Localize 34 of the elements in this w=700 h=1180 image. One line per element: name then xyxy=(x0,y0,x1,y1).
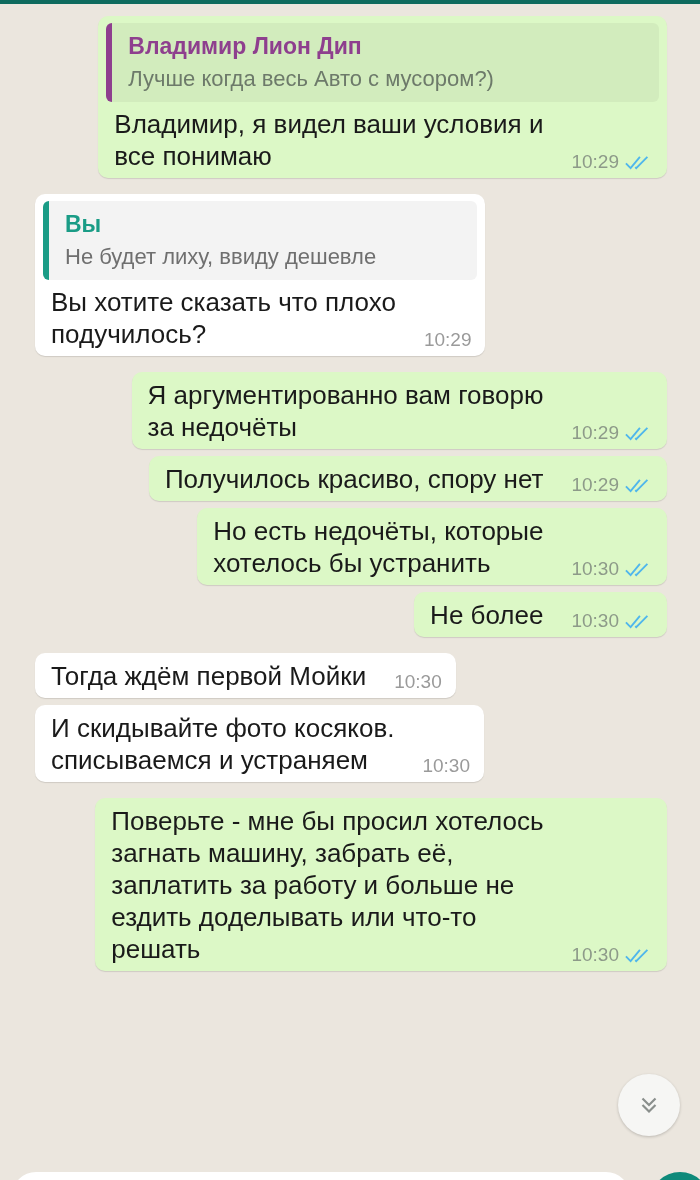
message-bubble[interactable]: Получилось красиво, спору нет 10:29 xyxy=(148,456,667,501)
message-bubble[interactable]: И скидывайте фото косяков. списываемся и устраняем 10:30 xyxy=(35,705,484,782)
message-time: 10:29 xyxy=(571,152,619,172)
message-time: 10:30 xyxy=(394,672,442,692)
scroll-down-button[interactable] xyxy=(618,1074,680,1136)
quoted-message[interactable]: Владимир Лион Дип Лучше когда весь Авто с мусором?) xyxy=(106,23,659,102)
quote-text: Лучше когда весь Авто с мусором?) xyxy=(128,66,495,92)
message-time: 10:29 xyxy=(571,475,619,495)
message-text: Поверьте - мне бы просил хотелось загнать машину, забрать её, заплатить за работу и больше не ездить доделывать или что-то решать xyxy=(111,805,544,965)
message-bubble[interactable]: Вы Не будет лиху, ввиду дешевле Вы хотите сказать что плохо подучилось? 10:29 xyxy=(35,194,486,356)
message-time: 10:29 xyxy=(423,330,472,350)
message-time: 10:30 xyxy=(571,945,619,965)
message-bubble[interactable]: Не более 10:30 xyxy=(414,592,667,637)
message-time: 10:30 xyxy=(422,756,470,776)
message-bubble[interactable]: Поверьте - мне бы просил хотелось загнать машину, забрать её, заплатить за работу и больше не ездить доделывать или что-то решать 10:30 xyxy=(95,798,667,971)
message-text: Не более xyxy=(430,599,544,631)
message-time: 10:30 xyxy=(571,611,619,631)
message-text: И скидывайте фото косяков. списываемся и устраняем xyxy=(51,712,395,776)
message-text: Получилось красиво, спору нет xyxy=(164,463,544,495)
message-text: Тогда ждём первой Мойки xyxy=(51,660,367,692)
message-bubble[interactable]: Владимир Лион Дип Лучше когда весь Авто с мусором?) Владимир, я видел ваши условия и все понимаю 10:29 xyxy=(98,16,667,178)
message-bubble[interactable]: Я аргументированно вам говорю за недочёты 10:29 xyxy=(131,372,667,449)
message-text: Я аргументированно вам говорю за недочёты xyxy=(147,379,544,443)
message-bubble[interactable]: Но есть недочёты, которые хотелось бы устранить 10:30 xyxy=(197,508,667,585)
message-text: Вы хотите сказать что плохо подучилось? xyxy=(51,286,396,350)
quote-author: Вы xyxy=(65,211,103,238)
quote-author: Владимир Лион Дип xyxy=(128,33,363,60)
message-text: Но есть недочёты, которые хотелось бы устранить xyxy=(213,515,544,579)
message-bubble[interactable]: Тогда ждём первой Мойки 10:30 xyxy=(35,653,456,698)
quote-text: Не будет лиху, ввиду дешевле xyxy=(65,244,378,270)
message-text: Владимир, я видел ваши условия и все понимаю xyxy=(114,108,544,172)
message-time: 10:30 xyxy=(571,559,619,579)
quoted-message[interactable]: Вы Не будет лиху, ввиду дешевле xyxy=(43,201,478,280)
message-time: 10:29 xyxy=(571,423,619,443)
